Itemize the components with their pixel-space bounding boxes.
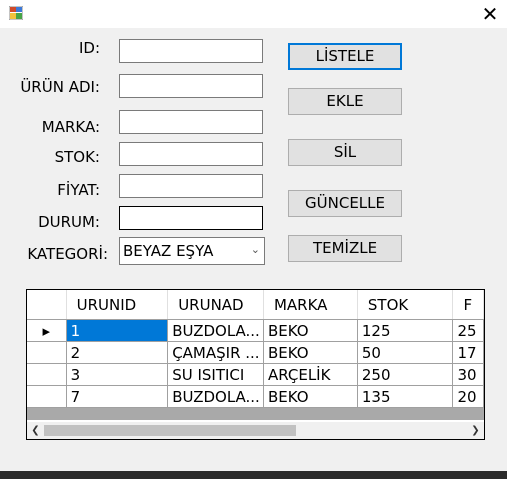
row-header[interactable]	[27, 385, 67, 408]
urun-adi-field[interactable]	[119, 74, 263, 98]
scroll-right-icon[interactable]: ❯	[467, 422, 484, 439]
kategori-label: KATEGORİ:	[27, 245, 108, 263]
grid-cell[interactable]: 125	[357, 319, 454, 342]
column-header-urunad[interactable]: URUNAD	[167, 290, 264, 320]
grid-cell[interactable]: BUZDOLA...	[167, 385, 264, 408]
grid-empty-area	[27, 408, 484, 420]
fiyat-field[interactable]	[119, 174, 263, 198]
grid-cell[interactable]: BEKO	[263, 385, 358, 408]
marka-field[interactable]	[119, 110, 263, 134]
grid-cell[interactable]: 50	[357, 341, 454, 364]
row-header[interactable]	[27, 341, 67, 364]
app-icon	[9, 6, 23, 20]
grid-cell[interactable]: 2	[66, 341, 169, 364]
grid-table: URUNID URUNAD MARKA STOK F ▸ 1 BUZDOLA..…	[27, 290, 484, 408]
title-bar: ✕	[0, 0, 507, 28]
grid-cell[interactable]: 250	[357, 363, 454, 386]
grid-cell[interactable]: 7	[66, 385, 169, 408]
durum-field[interactable]	[119, 206, 263, 230]
table-row[interactable]: 7 BUZDOLA... BEKO 135 20	[27, 385, 484, 408]
temizle-button[interactable]: TEMİZLE	[288, 235, 402, 262]
data-grid[interactable]: URUNID URUNAD MARKA STOK F ▸ 1 BUZDOLA..…	[26, 289, 485, 440]
kategori-selected-value: BEYAZ EŞYA	[123, 242, 214, 260]
marka-label: MARKA:	[41, 118, 100, 136]
id-label: ID:	[78, 39, 100, 57]
grid-cell[interactable]: SU ISITICI	[167, 363, 264, 386]
chevron-down-icon[interactable]: ⌄	[251, 243, 260, 256]
column-header-fiyat[interactable]: F	[452, 290, 484, 320]
column-header-urunid[interactable]: URUNID	[66, 290, 169, 320]
grid-cell[interactable]: BUZDOLA...	[167, 319, 264, 342]
id-field[interactable]	[119, 39, 263, 63]
table-row[interactable]: 3 SU ISITICI ARÇELİK 250 30	[27, 363, 484, 386]
close-icon[interactable]: ✕	[473, 0, 507, 28]
grid-cell[interactable]: 135	[357, 385, 454, 408]
stok-label: STOK:	[54, 148, 100, 166]
horizontal-scrollbar[interactable]: ❮ ❯	[27, 422, 484, 439]
ekle-button[interactable]: EKLE	[288, 88, 402, 115]
grid-cell[interactable]: ÇAMAŞIR ...	[167, 341, 264, 364]
grid-cell[interactable]: 20	[452, 385, 484, 408]
grid-cell[interactable]: ARÇELİK	[263, 363, 358, 386]
column-header-marka[interactable]: MARKA	[263, 290, 358, 320]
grid-header-row: URUNID URUNAD MARKA STOK F	[27, 290, 484, 320]
current-row-indicator-icon[interactable]: ▸	[27, 319, 67, 342]
grid-cell[interactable]: BEKO	[263, 341, 358, 364]
grid-cell[interactable]: 30	[452, 363, 484, 386]
sil-button[interactable]: SİL	[288, 139, 402, 166]
row-header-corner[interactable]	[27, 290, 67, 320]
urun-adi-label: ÜRÜN ADI:	[20, 78, 100, 96]
guncelle-button[interactable]: GÜNCELLE	[288, 190, 402, 217]
column-header-stok[interactable]: STOK	[357, 290, 454, 320]
durum-label: DURUM:	[38, 213, 100, 231]
grid-cell[interactable]: BEKO	[263, 319, 358, 342]
grid-cell[interactable]: 1	[66, 319, 169, 342]
window-bottom-edge	[0, 471, 507, 479]
row-header[interactable]	[27, 363, 67, 386]
stok-field[interactable]	[119, 142, 263, 166]
grid-cell[interactable]: 17	[452, 341, 484, 364]
table-row[interactable]: 2 ÇAMAŞIR ... BEKO 50 17	[27, 341, 484, 364]
table-row[interactable]: ▸ 1 BUZDOLA... BEKO 125 25	[27, 319, 484, 342]
fiyat-label: FİYAT:	[57, 181, 100, 199]
scroll-left-icon[interactable]: ❮	[27, 422, 44, 439]
listele-button[interactable]: LİSTELE	[288, 43, 402, 70]
kategori-select[interactable]: BEYAZ EŞYA ⌄	[119, 237, 265, 265]
grid-cell[interactable]: 3	[66, 363, 169, 386]
scrollbar-thumb[interactable]	[44, 425, 296, 436]
grid-cell[interactable]: 25	[452, 319, 484, 342]
